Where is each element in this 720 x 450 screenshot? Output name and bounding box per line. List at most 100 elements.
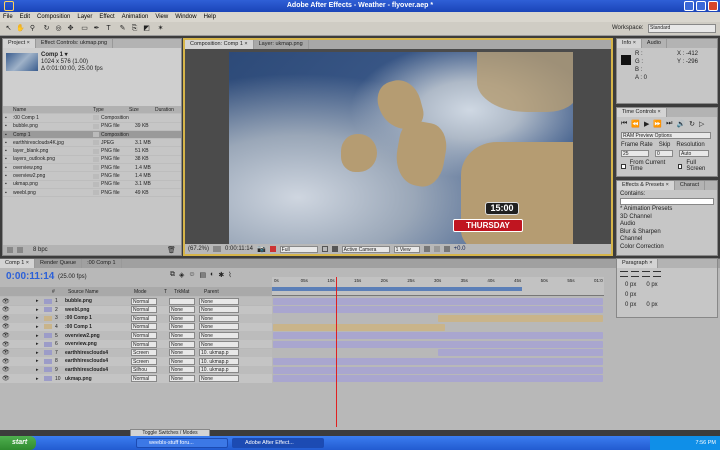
align-right-icon[interactable]: [642, 271, 650, 277]
parent-select[interactable]: None: [199, 340, 239, 348]
task-after-effects[interactable]: Adobe After Effect...: [232, 438, 324, 448]
layer-duration-bar[interactable]: [273, 358, 603, 365]
indent-first-value[interactable]: 0 px: [625, 292, 636, 298]
parent-select[interactable]: 10. ukmap.p: [199, 349, 239, 357]
zoom-select[interactable]: (67.2%): [188, 246, 209, 252]
expand-triangle-icon[interactable]: ▸: [36, 350, 44, 356]
blend-mode-select[interactable]: Normal: [131, 323, 157, 331]
blend-mode-select[interactable]: Normal: [131, 314, 157, 322]
toggle-pixel-icon[interactable]: [433, 246, 440, 252]
bpc-label[interactable]: 8 bpc: [33, 247, 48, 253]
col-duration[interactable]: Duration: [155, 107, 181, 113]
trkmat-select[interactable]: [169, 297, 195, 305]
expand-triangle-icon[interactable]: ▸: [36, 358, 44, 364]
snapshot-icon[interactable]: 📷: [257, 245, 266, 253]
zoom-tool-icon[interactable]: ⚲: [28, 24, 37, 33]
menu-file[interactable]: File: [3, 14, 13, 20]
menu-edit[interactable]: Edit: [20, 14, 30, 20]
align-center-icon[interactable]: [631, 271, 639, 277]
pen-tool-icon[interactable]: ✒: [92, 24, 101, 33]
effects-item-blur-sharpen[interactable]: Blur & Sharpen: [620, 229, 714, 237]
tab-effect-controls[interactable]: Effect Controls: ukmap.png: [36, 39, 114, 48]
project-row[interactable]: ▪ overview.png PNG file 1.4 MB: [3, 164, 181, 173]
timeline-layer-row[interactable]: 👁 ▸ 10 ukmap.png Normal None None: [0, 374, 272, 383]
layer-duration-bar[interactable]: [273, 297, 603, 305]
project-row[interactable]: ▪ earthhiresclouds4K.jpg JPEG 3.1 MB: [3, 139, 181, 148]
selection-tool-icon[interactable]: ↖: [4, 24, 13, 33]
label-color-icon[interactable]: [93, 132, 99, 138]
tab-paragraph[interactable]: Paragraph ×: [617, 259, 659, 268]
layer-duration-bar[interactable]: [273, 306, 603, 314]
loop-icon[interactable]: ↻: [689, 120, 695, 128]
layer-source-name[interactable]: ukmap.png: [65, 376, 131, 382]
tab-time-controls[interactable]: Time Controls ×: [617, 108, 667, 117]
composition-canvas[interactable]: 15:00 THURSDAY: [229, 52, 573, 246]
visibility-eye-icon[interactable]: 👁: [2, 341, 10, 348]
blend-mode-select[interactable]: Normal: [131, 306, 157, 314]
timeline-layer-row[interactable]: 👁 ▸ 7 earthhiresclouds4 Screen None 10. ukmap.…: [0, 348, 272, 357]
visibility-eye-icon[interactable]: 👁: [2, 375, 10, 382]
label-color-icon[interactable]: [93, 115, 99, 121]
layer-duration-bar[interactable]: [273, 340, 603, 348]
layer-source-name[interactable]: bubble.png: [65, 298, 131, 304]
effects-item-color-correction[interactable]: Color Correction: [620, 244, 714, 252]
camera-select[interactable]: Active Camera: [341, 245, 390, 253]
brush-tool-icon[interactable]: ✎: [118, 24, 127, 33]
parent-select[interactable]: None: [199, 297, 239, 305]
layer-source-name[interactable]: :00 Comp 1: [65, 324, 131, 330]
views-select[interactable]: 1 View: [393, 245, 420, 253]
trkmat-select[interactable]: None: [169, 306, 195, 314]
tab-00-comp1[interactable]: :00 Comp 1: [82, 259, 122, 268]
blend-mode-select[interactable]: Screen: [131, 357, 157, 365]
workspace-select[interactable]: Standard: [648, 24, 716, 33]
comp-flowchart-icon[interactable]: ⧉: [170, 271, 175, 279]
effects-item-audio[interactable]: Audio: [620, 221, 714, 229]
project-row[interactable]: ▪ weebl.png PNG file 49 KB: [3, 189, 181, 198]
tab-layer[interactable]: Layer: ukmap.png: [254, 40, 309, 49]
tab-audio[interactable]: Audio: [642, 39, 667, 48]
menu-view[interactable]: View: [155, 14, 168, 20]
roi-icon[interactable]: [321, 246, 328, 252]
next-frame-icon[interactable]: ⏩: [653, 120, 662, 128]
col-name[interactable]: Name: [3, 107, 93, 113]
resolution-select[interactable]: Full: [279, 245, 318, 253]
timeline-layer-row[interactable]: 👁 ▸ 2 weebl.png Normal None None: [0, 305, 272, 314]
exposure-value[interactable]: +0.0: [454, 246, 466, 252]
transparency-grid-icon[interactable]: [331, 246, 338, 252]
label-color-icon[interactable]: [44, 341, 52, 347]
effects-item-3d-channel[interactable]: 3D Channel: [620, 214, 714, 222]
space-after-value[interactable]: 0 px: [646, 302, 657, 308]
trkmat-select[interactable]: None: [169, 323, 195, 331]
timeline-layer-row[interactable]: 👁 ▸ 5 overview2.png Normal None None: [0, 331, 272, 340]
layer-duration-bar[interactable]: [273, 332, 603, 340]
trkmat-select[interactable]: None: [169, 314, 195, 322]
timeline-layer-row[interactable]: 👁 ▸ 8 earthhiresclouds4 Screen None 10. ukmap.…: [0, 357, 272, 366]
tab-composition[interactable]: Composition: Comp 1 ×: [185, 40, 254, 49]
expand-triangle-icon[interactable]: ▸: [36, 298, 44, 304]
menu-animation[interactable]: Animation: [122, 14, 149, 20]
tab-effects-presets[interactable]: Effects & Presets ×: [617, 181, 675, 190]
effects-search-input[interactable]: [620, 198, 714, 205]
trkmat-select[interactable]: None: [169, 366, 195, 374]
label-color-icon[interactable]: [93, 173, 99, 179]
rotate-tool-icon[interactable]: ↻: [42, 24, 51, 33]
label-color-icon[interactable]: [44, 315, 52, 321]
label-color-icon[interactable]: [44, 333, 52, 339]
trkmat-select[interactable]: None: [169, 375, 195, 383]
graph-editor-icon[interactable]: ⌇: [228, 271, 231, 279]
blend-mode-select[interactable]: Screen: [131, 349, 157, 357]
expand-triangle-icon[interactable]: ▸: [36, 376, 44, 382]
expand-triangle-icon[interactable]: ▸: [36, 367, 44, 373]
layer-duration-bar[interactable]: [273, 366, 603, 374]
parent-select[interactable]: 10. ukmap.p: [199, 366, 239, 374]
layer-duration-bar[interactable]: [438, 315, 603, 322]
project-row[interactable]: ▪:00 Comp 1 Composition: [3, 114, 181, 123]
prev-frame-icon[interactable]: ⏪: [631, 120, 640, 128]
work-area-bar[interactable]: [272, 287, 522, 291]
type-tool-icon[interactable]: T: [104, 24, 113, 33]
layer-source-name[interactable]: overview.png: [65, 341, 131, 347]
layer-source-name[interactable]: earthhiresclouds4: [65, 367, 131, 373]
visibility-eye-icon[interactable]: 👁: [2, 366, 10, 373]
align-left-icon[interactable]: [620, 271, 628, 277]
tab-project[interactable]: Project ×: [3, 39, 36, 48]
